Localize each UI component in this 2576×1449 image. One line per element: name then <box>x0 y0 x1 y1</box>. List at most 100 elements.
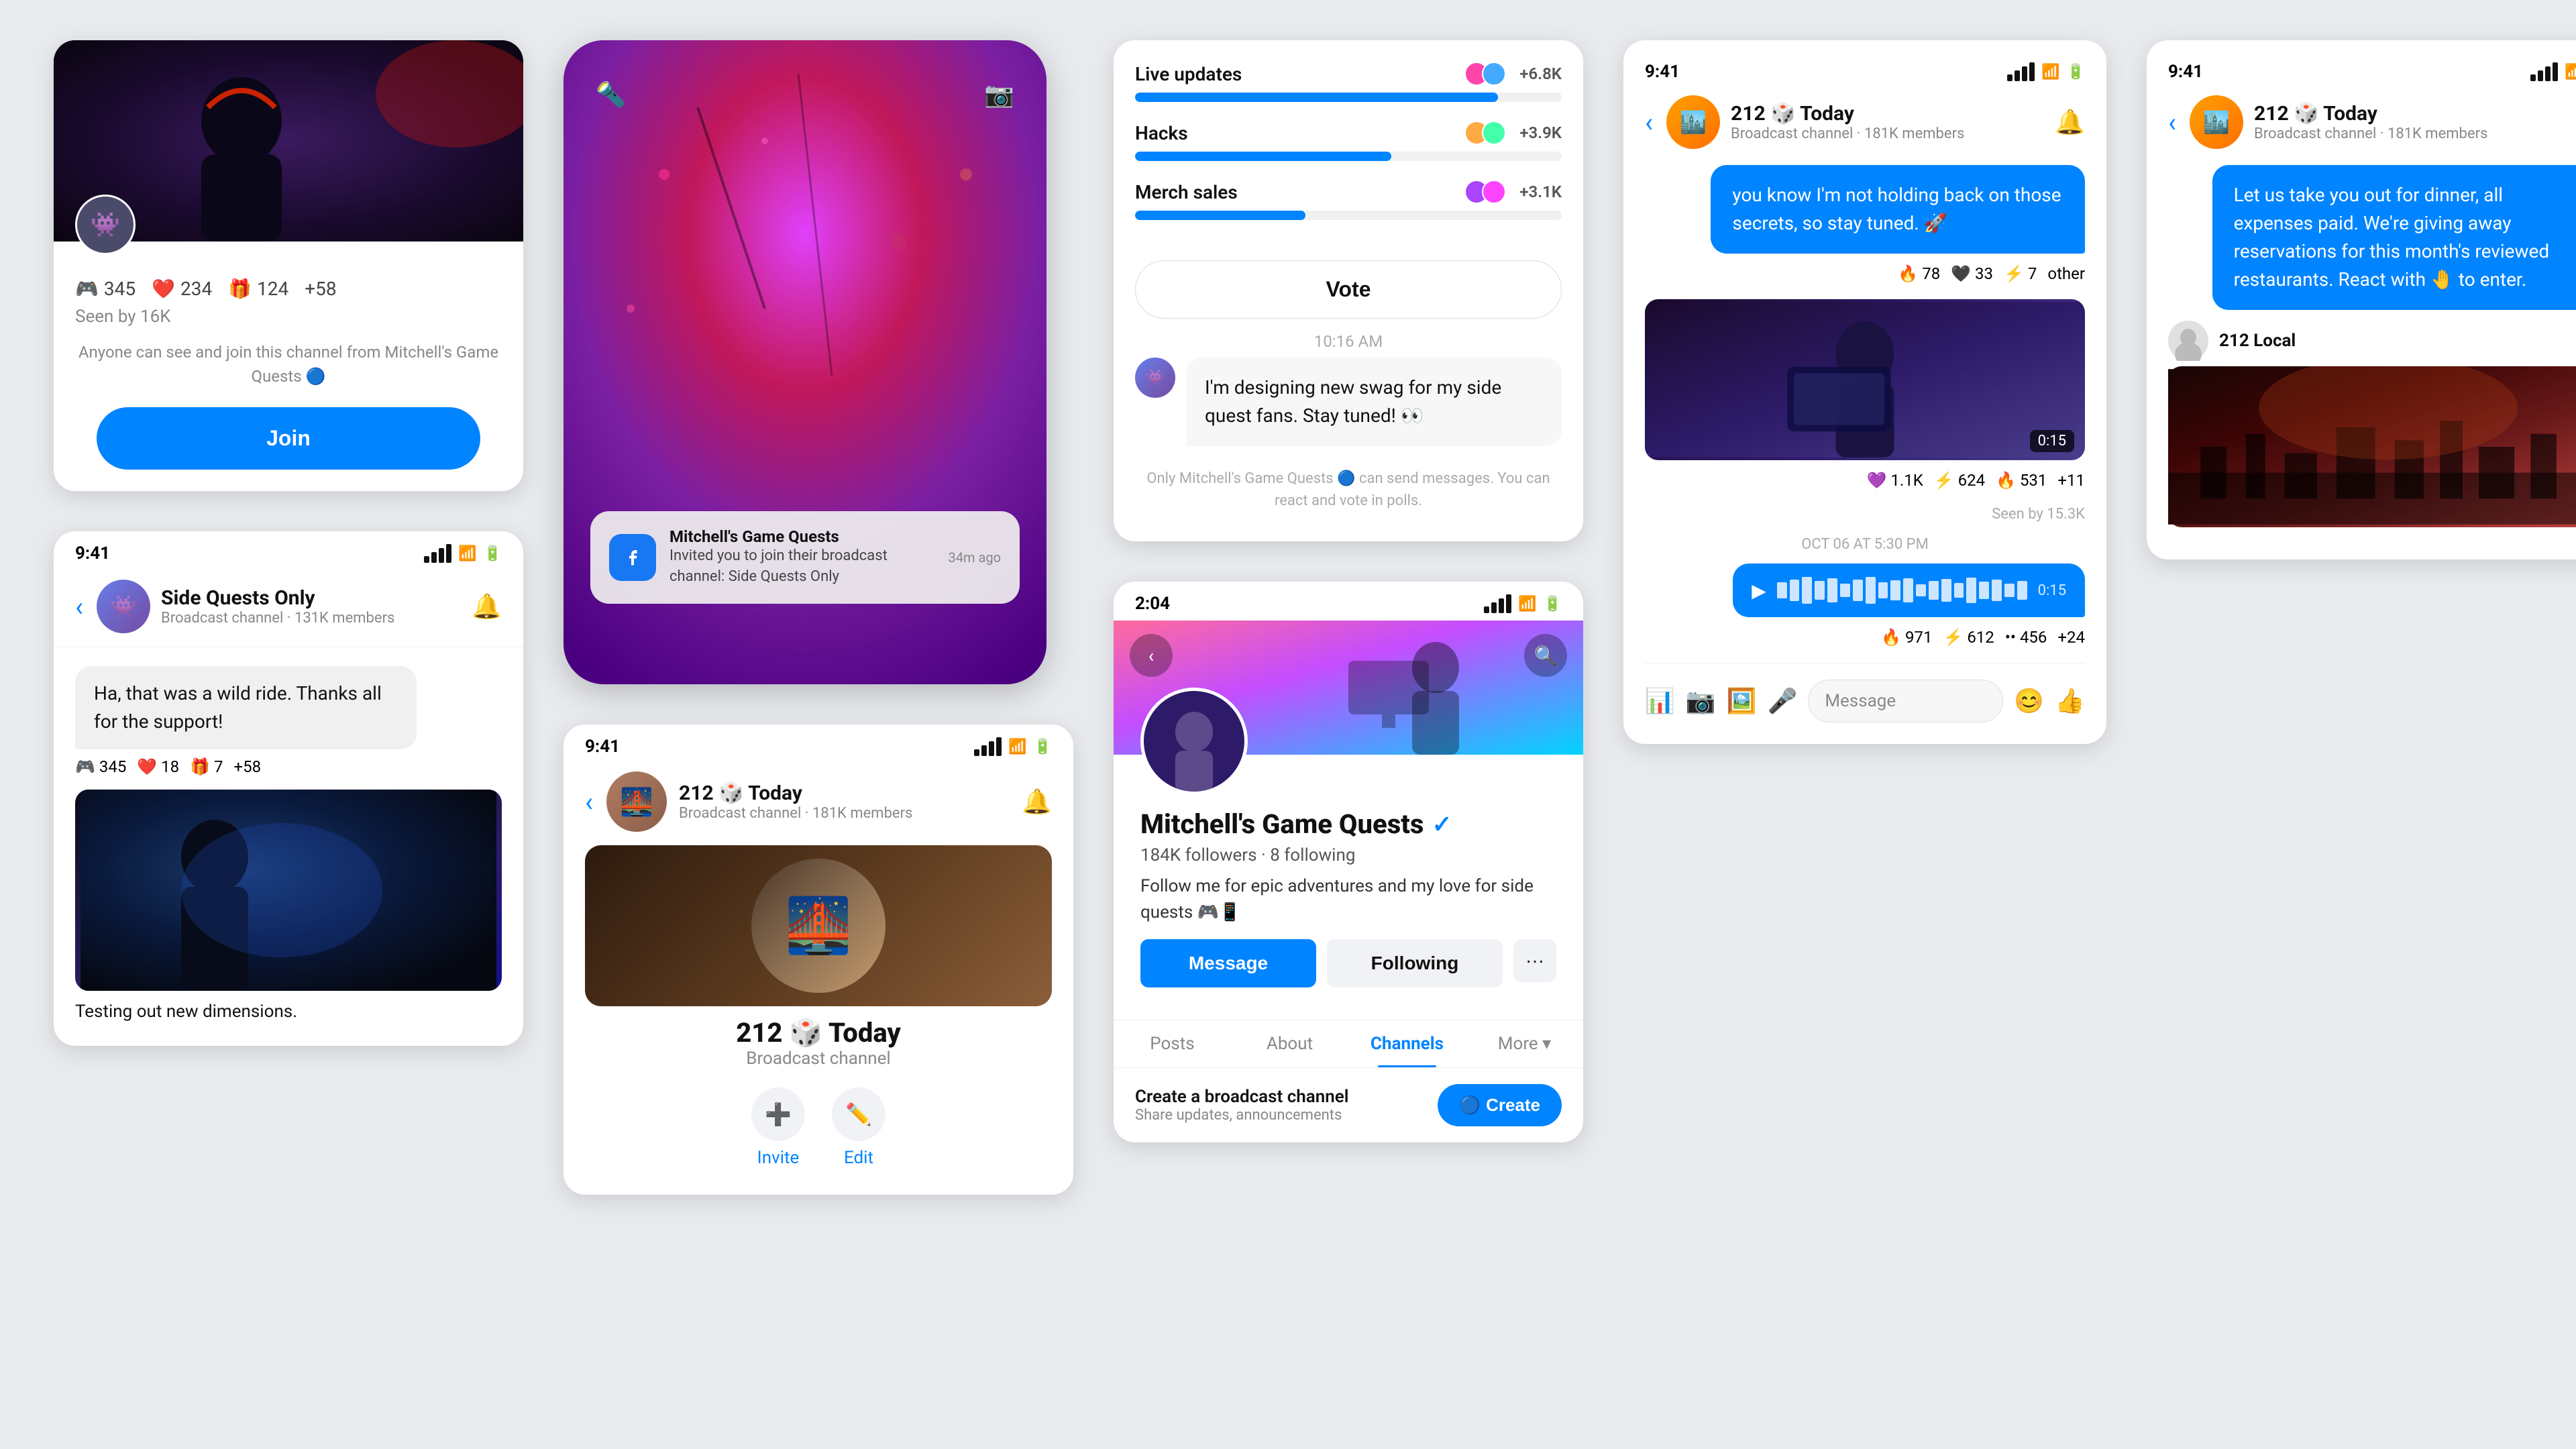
profile-bio: Follow me for epic adventures and my lov… <box>1140 873 1556 926</box>
thread2-header: ‹ 🏙️ 212 🎲 Today Broadcast channel · 181… <box>2168 95 2576 149</box>
create-channel-button[interactable]: 🔵 Create <box>1438 1084 1562 1126</box>
thread-channel-info: 212 🎲 Today Broadcast channel · 181K mem… <box>1731 102 2055 142</box>
admin-only-notice: Only Mitchell's Game Quests 🔵 can send m… <box>1114 460 1583 520</box>
phone-camera-icon[interactable]: 📷 <box>984 80 1014 109</box>
admin-channel-hero: 🌉 <box>585 845 1052 1006</box>
profile-search-button[interactable]: 🔍 <box>1524 634 1567 677</box>
vote-button[interactable]: Vote <box>1135 260 1562 319</box>
like-input-icon[interactable]: 👍 <box>2055 687 2085 715</box>
admin-time: 9:41 <box>585 737 620 757</box>
following-button[interactable]: Following <box>1327 939 1503 987</box>
image-caption: Testing out new dimensions. <box>75 996 502 1027</box>
mic-input-icon[interactable]: 🎤 <box>1767 687 1797 715</box>
tab-more[interactable]: More ▾ <box>1466 1020 1583 1067</box>
swag-message: I'm designing new swag for my side quest… <box>1186 358 1562 446</box>
video-thumbnail-2 <box>2168 366 2576 527</box>
message-input[interactable]: Message <box>1808 680 2003 722</box>
chart-icon[interactable]: 📊 <box>1645 687 1675 715</box>
notif-content: Mitchell's Game Quests Invited you to jo… <box>669 527 935 588</box>
admin-avatar: 🌉 <box>606 771 667 832</box>
message-bubble: Ha, that was a wild ride. Thanks all for… <box>75 666 417 749</box>
thread-bell-icon[interactable]: 🔔 <box>2055 108 2085 136</box>
notification-phone: 🔦 📷 Mitchell's Game Quests Invited you t… <box>564 40 1046 684</box>
emoji-input-icon[interactable]: 😊 <box>2014 687 2044 715</box>
thread-card-2: 9:41 📶🔋 ‹ 🏙️ 212 🎲 Today Br <box>2147 40 2576 559</box>
edit-icon: ✏️ <box>832 1087 885 1141</box>
swag-sender-avatar: 👾 <box>1135 358 1175 398</box>
seen-by-label: Seen by 15.3K <box>1645 506 2085 523</box>
admin-big-name: 212 🎲 Today <box>564 1017 1073 1049</box>
edit-action[interactable]: ✏️ Edit <box>832 1087 885 1168</box>
date-divider: OCT 06 AT 5:30 PM <box>1645 536 2085 553</box>
channel-name: Side Quests Only <box>161 586 472 610</box>
message-input-area: 📊 📷 🖼️ 🎤 Message 😊 👍 <box>1645 663 2085 722</box>
battery-icon: 🔋 <box>484 545 502 562</box>
invite-action[interactable]: ➕ Invite <box>751 1087 805 1168</box>
profile-header-controls: ‹ 🔍 <box>1114 634 1583 677</box>
profile-info: Mitchell's Game Quests ✓ 184K followers … <box>1114 755 1583 1020</box>
back-button[interactable]: ‹ <box>75 591 83 623</box>
tab-channels[interactable]: Channels <box>1348 1020 1466 1067</box>
profile-back-button[interactable]: ‹ <box>1130 634 1173 677</box>
poll-item-merch: Merch sales +3.1K <box>1135 180 1562 220</box>
chat-header: ‹ 👾 Side Quests Only Broadcast channel ·… <box>54 572 523 647</box>
profile-time: 2:04 <box>1135 594 1170 614</box>
thread2-back-btn[interactable]: ‹ <box>2168 107 2176 138</box>
channel-preview-body: 🎮345 ❤️234 🎁124 +58 Seen by 16K Anyone c… <box>54 248 523 470</box>
notif-message: Invited you to join their broadcast chan… <box>669 546 935 588</box>
thread-time: 9:41 <box>1645 62 1680 82</box>
audio-play-button[interactable]: ▶ <box>1752 580 1766 602</box>
profile-card: 2:04 📶 🔋 <box>1114 582 1583 1142</box>
local-sender-name: 212 Local <box>2219 331 2296 351</box>
admin-back-btn[interactable]: ‹ <box>585 786 593 818</box>
bubble-reactions: 🎮 345 ❤️ 18 🎁 7 +58 <box>75 757 502 776</box>
battery-icon2: 🔋 <box>1034 739 1052 755</box>
thread2-channel-sub: Broadcast channel · 181K members <box>2254 125 2576 142</box>
poll-timestamp: 10:16 AM <box>1114 319 1583 358</box>
admin-bell-icon[interactable]: 🔔 <box>1022 788 1052 816</box>
create-channel-info: Create a broadcast channel Share updates… <box>1135 1087 1349 1124</box>
tab-posts[interactable]: Posts <box>1114 1020 1231 1067</box>
thread-channel-sub: Broadcast channel · 181K members <box>1731 125 2055 142</box>
tab-about[interactable]: About <box>1231 1020 1348 1067</box>
signal-icon4 <box>2007 62 2035 81</box>
admin-status-bar: 9:41 📶 🔋 <box>564 724 1073 763</box>
notif-time: 34m ago <box>949 549 1002 566</box>
admin-channel-name: 212 🎲 Today <box>679 782 802 805</box>
image-input-icon[interactable]: 🖼️ <box>1727 687 1757 715</box>
wifi-icon2: 📶 <box>1008 739 1026 755</box>
thread-avatar: 🏙️ <box>1666 95 1720 149</box>
thread-card-1: 9:41 📶🔋 ‹ 🏙️ 212 🎲 Today Br <box>1623 40 2106 744</box>
signal-icon2 <box>974 737 1002 756</box>
video-duration: 0:15 <box>2030 430 2074 452</box>
more-button[interactable]: ··· <box>1513 939 1556 982</box>
join-button[interactable]: Join <box>97 407 480 470</box>
reaction-gamepad: 🎮345 <box>75 278 136 300</box>
notification-banner[interactable]: Mitchell's Game Quests Invited you to jo… <box>590 511 1020 604</box>
message-button[interactable]: Message <box>1140 939 1316 987</box>
poll-item-hacks: Hacks +3.9K <box>1135 121 1562 161</box>
reaction-heart: ❤️234 <box>152 278 212 300</box>
camera-input-icon[interactable]: 📷 <box>1686 687 1716 715</box>
admin-channel-sub: Broadcast channel · 181K members <box>679 805 1022 822</box>
poll-label-live: Live updates +6.8K <box>1135 62 1562 86</box>
profile-status-icons: 📶 🔋 <box>1484 594 1562 614</box>
thread-back-btn[interactable]: ‹ <box>1645 107 1653 138</box>
admin-header: ‹ 🌉 212 🎲 Today Broadcast channel · 181K… <box>564 763 1073 845</box>
notif-sender: Mitchell's Game Quests <box>669 527 935 546</box>
phone-torch-icon[interactable]: 🔦 <box>596 80 626 109</box>
admin-channel-card: 9:41 📶 🔋 ‹ 🌉 212 🎲 Tod <box>564 724 1073 1195</box>
create-channel-title: Create a broadcast channel <box>1135 1087 1349 1107</box>
image-message: ↗ <box>75 790 502 991</box>
thread2-message-bubble: Let us take you out for dinner, all expe… <box>2212 165 2576 310</box>
audio-bubble: ▶ <box>1733 564 2085 617</box>
admin-channel-info: 212 🎲 Today Broadcast channel · 181K mem… <box>679 782 1022 822</box>
signal-icon <box>424 544 451 563</box>
verified-badge-icon: ✓ <box>1432 810 1452 839</box>
poll-item-live: Live updates +6.8K <box>1135 62 1562 102</box>
thread2-time: 9:41 <box>2168 62 2203 82</box>
local-sender-avatar <box>2168 321 2208 361</box>
video-reactions: 💜 1.1K ⚡ 624 🔥 531 +11 <box>1645 471 2085 490</box>
thread-channel-name: 212 🎲 Today <box>1731 102 2055 125</box>
notification-bell[interactable]: 🔔 <box>472 592 502 621</box>
